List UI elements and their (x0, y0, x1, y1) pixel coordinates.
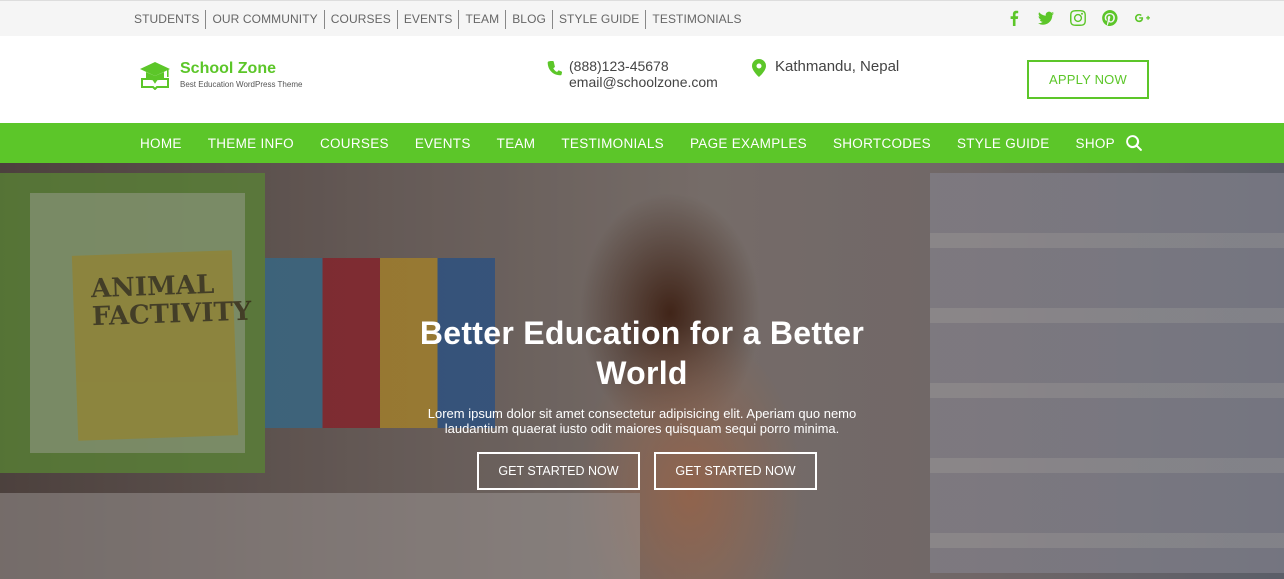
logo-title: School Zone (180, 60, 276, 77)
nav-item-theme-info[interactable]: THEME INFO (208, 136, 294, 151)
logo-subtitle: Best Education WordPress Theme (180, 80, 303, 89)
top-nav-students[interactable]: STUDENTS (134, 10, 207, 29)
nav-item-home[interactable]: HOME (140, 136, 182, 151)
site-header: School Zone Best Education WordPress The… (0, 36, 1284, 123)
top-nav-our-community[interactable]: OUR COMMUNITY (206, 10, 325, 29)
nav-item-style-guide[interactable]: STYLE GUIDE (957, 136, 1050, 151)
nav-item-shortcodes[interactable]: SHORTCODES (833, 136, 931, 151)
hero-text: Lorem ipsum dolor sit amet consectetur a… (427, 406, 857, 436)
map-pin-icon (752, 59, 766, 77)
search-icon[interactable] (1126, 135, 1142, 151)
location-text: Kathmandu, Nepal (775, 58, 900, 75)
top-nav-courses[interactable]: COURSES (325, 10, 398, 29)
nav-item-events[interactable]: EVENTS (415, 136, 471, 151)
nav-item-testimonials[interactable]: TESTIMONIALS (561, 136, 664, 151)
graduation-cap-icon (140, 62, 170, 90)
pinterest-icon[interactable] (1102, 9, 1118, 27)
email-address[interactable]: email@schoolzone.com (569, 74, 718, 90)
main-nav: HOME THEME INFO COURSES EVENTS TEAM TEST… (0, 123, 1284, 163)
get-started-button-1[interactable]: GET STARTED NOW (477, 452, 640, 490)
twitter-icon[interactable] (1038, 9, 1054, 27)
top-nav-blog[interactable]: BLOG (506, 10, 553, 29)
top-bar: STUDENTS OUR COMMUNITY COURSES EVENTS TE… (0, 0, 1284, 36)
hero-buttons: GET STARTED NOW GET STARTED NOW (477, 452, 817, 490)
hero-content: Better Education for a Better World Lore… (392, 313, 892, 436)
top-nav: STUDENTS OUR COMMUNITY COURSES EVENTS TE… (134, 10, 748, 29)
top-nav-testimonials[interactable]: TESTIMONIALS (646, 10, 747, 29)
social-links (1006, 9, 1150, 27)
nav-item-shop[interactable]: SHOP (1076, 136, 1115, 151)
nav-item-page-examples[interactable]: PAGE EXAMPLES (690, 136, 807, 151)
hero-title: Better Education for a Better World (419, 315, 865, 391)
top-nav-team[interactable]: TEAM (459, 10, 507, 29)
top-nav-events[interactable]: EVENTS (398, 10, 460, 29)
google-plus-icon[interactable] (1134, 9, 1150, 27)
apply-now-button[interactable]: APPLY NOW (1027, 60, 1149, 99)
hero-banner: ANIMAL FACTIVITY Better Education for a … (0, 163, 1284, 579)
phone-icon (547, 60, 563, 76)
phone-number[interactable]: (888)123-45678 (569, 58, 718, 74)
contact-info: (888)123-45678 email@schoolzone.com (547, 58, 718, 90)
site-logo[interactable]: School Zone Best Education WordPress The… (138, 60, 302, 90)
nav-item-team[interactable]: TEAM (497, 136, 536, 151)
facebook-icon[interactable] (1006, 9, 1022, 27)
top-nav-style-guide[interactable]: STYLE GUIDE (553, 10, 647, 29)
nav-item-courses[interactable]: COURSES (320, 136, 389, 151)
get-started-button-2[interactable]: GET STARTED NOW (654, 452, 817, 490)
location-info: Kathmandu, Nepal (752, 58, 899, 77)
instagram-icon[interactable] (1070, 9, 1086, 27)
